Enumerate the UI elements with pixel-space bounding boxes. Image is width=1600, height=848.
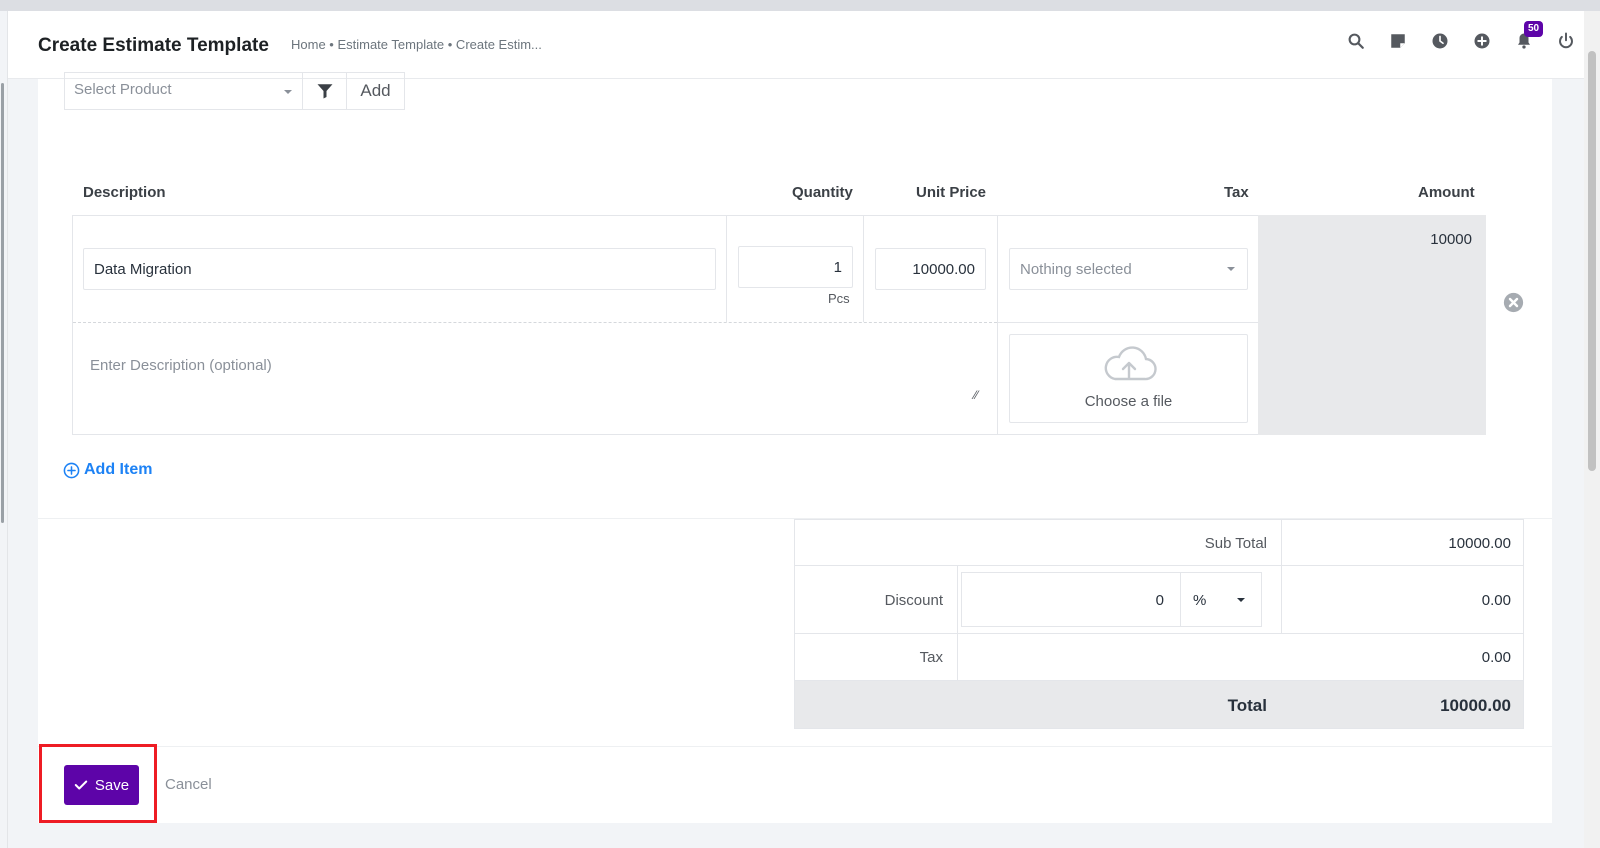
caret-down-icon	[1227, 267, 1235, 271]
item-name-input[interactable]: Data Migration	[83, 248, 716, 290]
page-title: Create Estimate Template	[38, 35, 269, 56]
column-header-unit-price: Unit Price	[916, 184, 987, 201]
column-divider	[1281, 520, 1282, 565]
add-item-button[interactable]: Add Item	[63, 461, 152, 479]
item-amount: 10000	[1430, 231, 1472, 248]
column-divider	[957, 566, 958, 633]
column-header-quantity: Quantity	[792, 184, 853, 201]
unit-label: Pcs	[828, 291, 850, 306]
plus-circle-icon	[63, 462, 80, 478]
filter-icon	[317, 84, 332, 99]
cancel-button[interactable]: Cancel	[165, 776, 212, 793]
subtotal-label: Sub Total	[1204, 535, 1267, 552]
sticky-note-icon[interactable]	[1388, 31, 1408, 51]
left-scroll-thumb[interactable]	[1, 83, 4, 523]
select-product-dropdown[interactable]: Select Product	[65, 73, 302, 109]
tax-value: 0.00	[1481, 649, 1511, 666]
discount-input[interactable]: 0	[961, 572, 1181, 627]
header-icons: 50	[1346, 21, 1576, 51]
unit-price-input[interactable]: 10000.00	[875, 248, 986, 290]
column-divider	[1281, 566, 1282, 633]
page-header: Create Estimate Template Home • Estimate…	[8, 11, 1584, 79]
clock-icon[interactable]	[1430, 31, 1450, 51]
quantity-input[interactable]: 1	[738, 246, 853, 288]
column-divider	[863, 215, 864, 322]
form-card: Select Product Add Description Quantity …	[38, 72, 1552, 823]
column-divider	[957, 634, 958, 680]
tax-select[interactable]: Nothing selected	[1009, 248, 1248, 290]
discount-type-value: %	[1193, 592, 1207, 609]
totals-table: Sub Total 10000.00 Discount 0 % 0.00 Tax…	[794, 519, 1524, 729]
total-value: 10000.00	[1440, 696, 1511, 715]
tax-row: Tax 0.00	[794, 634, 1524, 681]
caret-down-icon	[1237, 598, 1245, 602]
row-divider	[73, 322, 997, 323]
scrollbar[interactable]	[1584, 11, 1600, 848]
discount-label: Discount	[884, 592, 943, 609]
tax-label: Tax	[919, 649, 943, 666]
item-description-textarea[interactable]: Enter Description (optional)	[90, 357, 272, 374]
total-row: Total 10000.00	[794, 681, 1524, 729]
upload-label: Choose a file	[1084, 393, 1173, 410]
add-item-label: Add Item	[84, 461, 153, 478]
discount-type-select[interactable]: %	[1180, 572, 1262, 627]
save-highlight-box	[39, 744, 157, 823]
subtotal-value: 10000.00	[1448, 535, 1511, 552]
search-icon[interactable]	[1346, 31, 1366, 51]
product-select-group: Select Product Add	[64, 72, 405, 110]
column-divider	[997, 215, 998, 435]
discount-row: Discount 0 % 0.00	[794, 566, 1524, 634]
column-header-tax: Tax	[1224, 184, 1249, 201]
row-divider	[998, 322, 1258, 323]
add-product-button[interactable]: Add	[346, 73, 404, 109]
browser-top-strip	[0, 0, 1600, 11]
bell-icon[interactable]: 50	[1514, 21, 1544, 51]
breadcrumb[interactable]: Home • Estimate Template • Create Estim.…	[291, 37, 542, 52]
resize-handle-icon[interactable]: ⁄⁄	[974, 388, 978, 402]
tax-select-value: Nothing selected	[1020, 261, 1132, 278]
discount-value: 0.00	[1481, 592, 1511, 609]
caret-down-icon	[284, 90, 292, 94]
cloud-upload-icon	[1104, 346, 1157, 381]
column-header-description: Description	[83, 184, 166, 201]
select-product-placeholder: Select Product	[74, 81, 172, 98]
remove-item-icon[interactable]	[1503, 292, 1524, 313]
filter-button[interactable]	[302, 73, 346, 109]
footer-divider	[38, 746, 1552, 747]
scrollbar-thumb[interactable]	[1588, 51, 1596, 471]
power-icon[interactable]	[1556, 31, 1576, 51]
column-header-amount: Amount	[1418, 184, 1475, 201]
amount-cell: 10000	[1258, 215, 1486, 435]
total-label: Total	[1227, 696, 1267, 715]
plus-circle-icon[interactable]	[1472, 31, 1492, 51]
left-rail	[0, 11, 8, 848]
notification-badge: 50	[1524, 21, 1544, 37]
column-divider	[726, 215, 727, 322]
subtotal-row: Sub Total 10000.00	[794, 519, 1524, 566]
file-upload-dropzone[interactable]: Choose a file	[1009, 334, 1248, 423]
